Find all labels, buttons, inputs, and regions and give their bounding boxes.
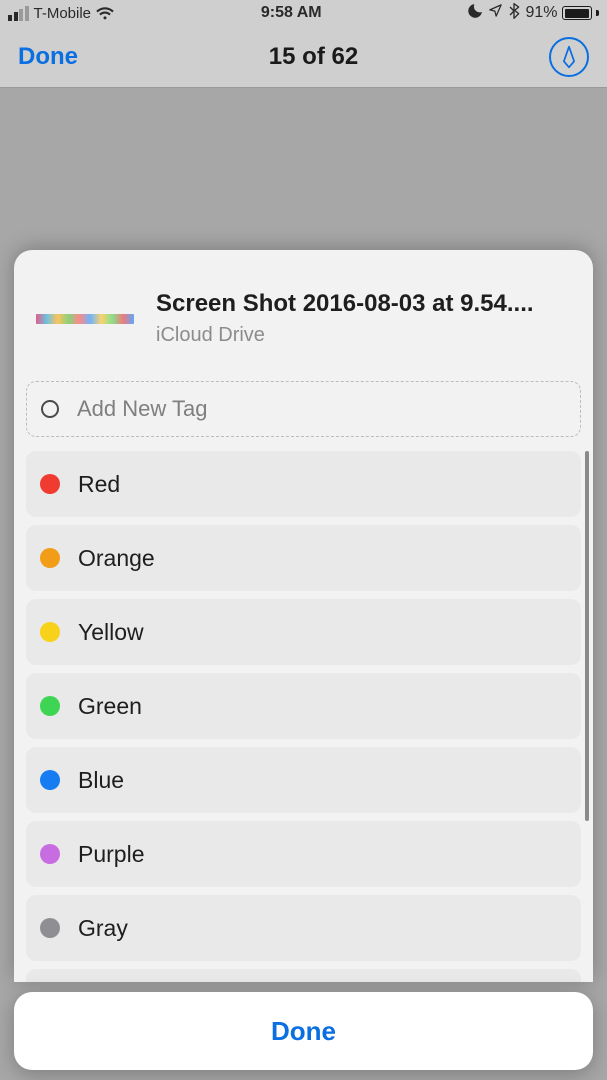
- nav-bar: Done 15 of 62: [0, 26, 607, 88]
- tag-color-dot: [40, 844, 60, 864]
- cellular-signal-icon: [8, 6, 29, 21]
- tag-color-dot: [40, 474, 60, 494]
- tag-color-dot: [40, 548, 60, 568]
- tag-color-dot: [40, 622, 60, 642]
- tag-name: Gray: [78, 915, 128, 942]
- tag-row[interactable]: Yellow: [26, 599, 581, 665]
- sheet-header: Screen Shot 2016-08-03 at 9.54.... iClou…: [14, 250, 593, 381]
- battery-icon: [562, 6, 599, 20]
- file-title: Screen Shot 2016-08-03 at 9.54....: [156, 290, 534, 318]
- tag-name: Purple: [78, 841, 144, 868]
- tag-color-dot: [40, 696, 60, 716]
- scroll-indicator[interactable]: [585, 451, 589, 821]
- tag-name: Red: [78, 471, 120, 498]
- markup-pen-icon: [558, 45, 580, 69]
- file-thumbnail: [36, 314, 134, 324]
- status-bar: T-Mobile 9:58 AM 91%: [0, 0, 607, 26]
- tag-sheet: Screen Shot 2016-08-03 at 9.54.... iClou…: [14, 250, 593, 982]
- clock: 9:58 AM: [261, 4, 322, 22]
- tag-row[interactable]: Purple: [26, 821, 581, 887]
- sheet-done-button[interactable]: Done: [14, 992, 593, 1070]
- tag-name: Green: [78, 693, 142, 720]
- carrier-label: T-Mobile: [34, 5, 92, 22]
- bluetooth-icon: [508, 3, 520, 24]
- markup-button[interactable]: [549, 37, 589, 77]
- tag-row[interactable]: Orange: [26, 525, 581, 591]
- sheet-done-label: Done: [271, 1016, 336, 1047]
- nav-done-button[interactable]: Done: [18, 43, 78, 71]
- file-location: iCloud Drive: [156, 324, 534, 347]
- tag-row[interactable]: Red: [26, 451, 581, 517]
- battery-percent: 91%: [525, 4, 557, 22]
- tag-name: Yellow: [78, 619, 144, 646]
- location-icon: [488, 3, 503, 23]
- tag-row[interactable]: Work: [26, 969, 581, 982]
- tag-row[interactable]: Gray: [26, 895, 581, 961]
- tag-color-dot: [40, 770, 60, 790]
- tag-color-dot: [40, 918, 60, 938]
- tag-row[interactable]: Blue: [26, 747, 581, 813]
- wifi-icon: [96, 6, 114, 20]
- add-new-tag-label: Add New Tag: [77, 396, 207, 422]
- moon-icon: [468, 3, 483, 23]
- page-counter: 15 of 62: [269, 43, 358, 71]
- add-new-tag-row[interactable]: Add New Tag: [26, 381, 581, 437]
- tag-list: Red Orange Yellow Green Blue Purple Gray Work: [26, 451, 581, 982]
- tag-name: Orange: [78, 545, 155, 572]
- tag-name: Blue: [78, 767, 124, 794]
- empty-tag-circle-icon: [41, 400, 59, 418]
- tag-row[interactable]: Green: [26, 673, 581, 739]
